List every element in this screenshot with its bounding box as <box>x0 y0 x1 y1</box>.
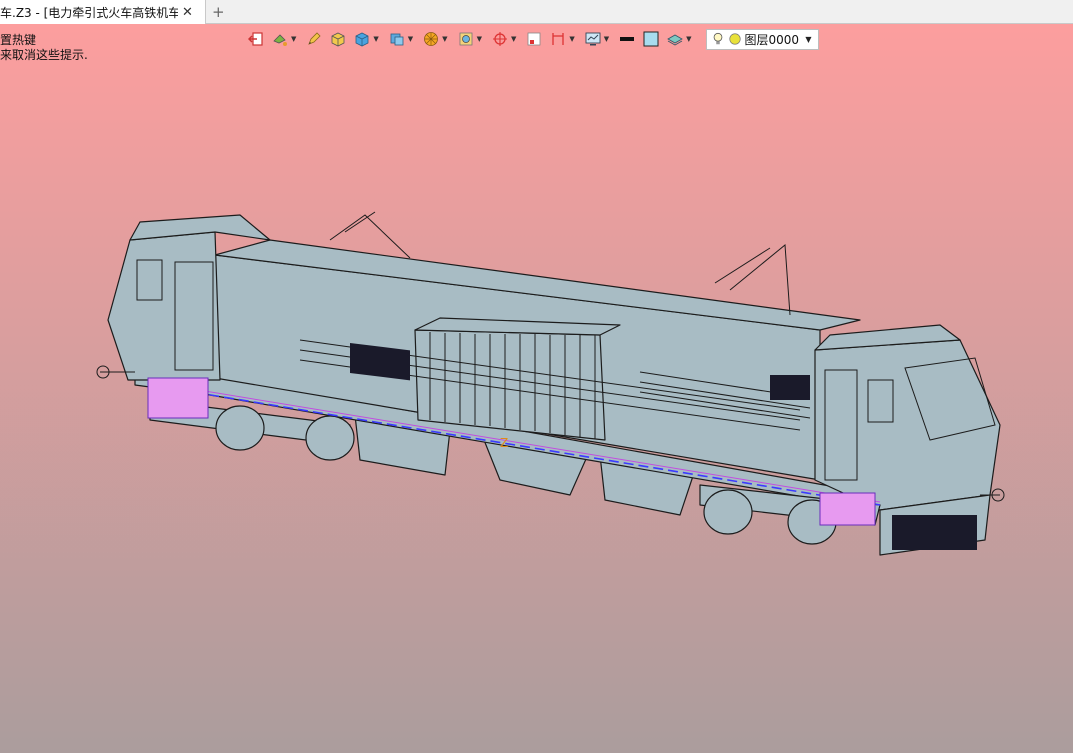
chevron-down-icon[interactable]: ▼ <box>511 35 516 43</box>
layer-select[interactable]: 图层0000 ▼ <box>705 28 819 50</box>
layer-name: 图层0000 <box>744 32 800 47</box>
chevron-down-icon[interactable]: ▼ <box>408 35 413 43</box>
layer-status-icon[interactable] <box>728 32 742 46</box>
add-tab-icon[interactable]: + <box>212 3 225 21</box>
pencil-icon[interactable] <box>304 29 324 49</box>
tab-bar: 车.Z3 - [电力牵引式火车高铁机车] ✕ + <box>0 0 1073 24</box>
chevron-down-icon[interactable]: ▼ <box>477 35 482 43</box>
front-cab <box>107 231 221 381</box>
target-icon[interactable] <box>490 29 510 49</box>
fill-color-icon[interactable] <box>641 29 661 49</box>
cube-view-icon[interactable] <box>387 29 407 49</box>
chevron-down-icon[interactable]: ▼ <box>686 35 691 43</box>
view-toolbar: ▼ ▼ ▼ ▼ ▼ ▼ ▼ ▼ ▼ 图层0000 ▼ <box>246 28 819 50</box>
lightbulb-icon[interactable] <box>711 32 725 46</box>
3d-viewport[interactable]: Z <box>0 56 1073 753</box>
chevron-down-icon[interactable]: ▼ <box>569 35 574 43</box>
chevron-down-icon[interactable]: ▼ <box>805 35 811 44</box>
dimension-icon[interactable] <box>548 29 568 49</box>
wheel <box>305 415 355 461</box>
line-black-icon[interactable] <box>617 29 637 49</box>
exit-icon[interactable] <box>246 29 266 49</box>
wheel <box>215 405 265 451</box>
locomotive-model[interactable]: Z <box>0 56 1073 753</box>
chevron-down-icon[interactable]: ▼ <box>291 35 296 43</box>
display-icon[interactable] <box>583 29 603 49</box>
chevron-down-icon[interactable]: ▼ <box>373 35 378 43</box>
grid-icon[interactable] <box>524 29 544 49</box>
layer-stack-icon[interactable] <box>665 29 685 49</box>
box-blue-icon[interactable] <box>352 29 372 49</box>
close-icon[interactable]: ✕ <box>182 6 193 19</box>
chevron-down-icon[interactable]: ▼ <box>604 35 609 43</box>
axis-z-label: Z <box>500 436 508 450</box>
document-tab-title: 车.Z3 - [电力牵引式火车高铁机车] <box>0 5 178 20</box>
wheel <box>703 489 753 535</box>
rear-cab <box>814 339 1001 511</box>
chevron-down-icon[interactable]: ▼ <box>442 35 447 43</box>
box-yellow-icon[interactable] <box>328 29 348 49</box>
frame-icon[interactable] <box>456 29 476 49</box>
wheel-icon[interactable] <box>421 29 441 49</box>
document-tab[interactable]: 车.Z3 - [电力牵引式火车高铁机车] ✕ <box>0 0 206 24</box>
paint-icon[interactable] <box>270 29 290 49</box>
